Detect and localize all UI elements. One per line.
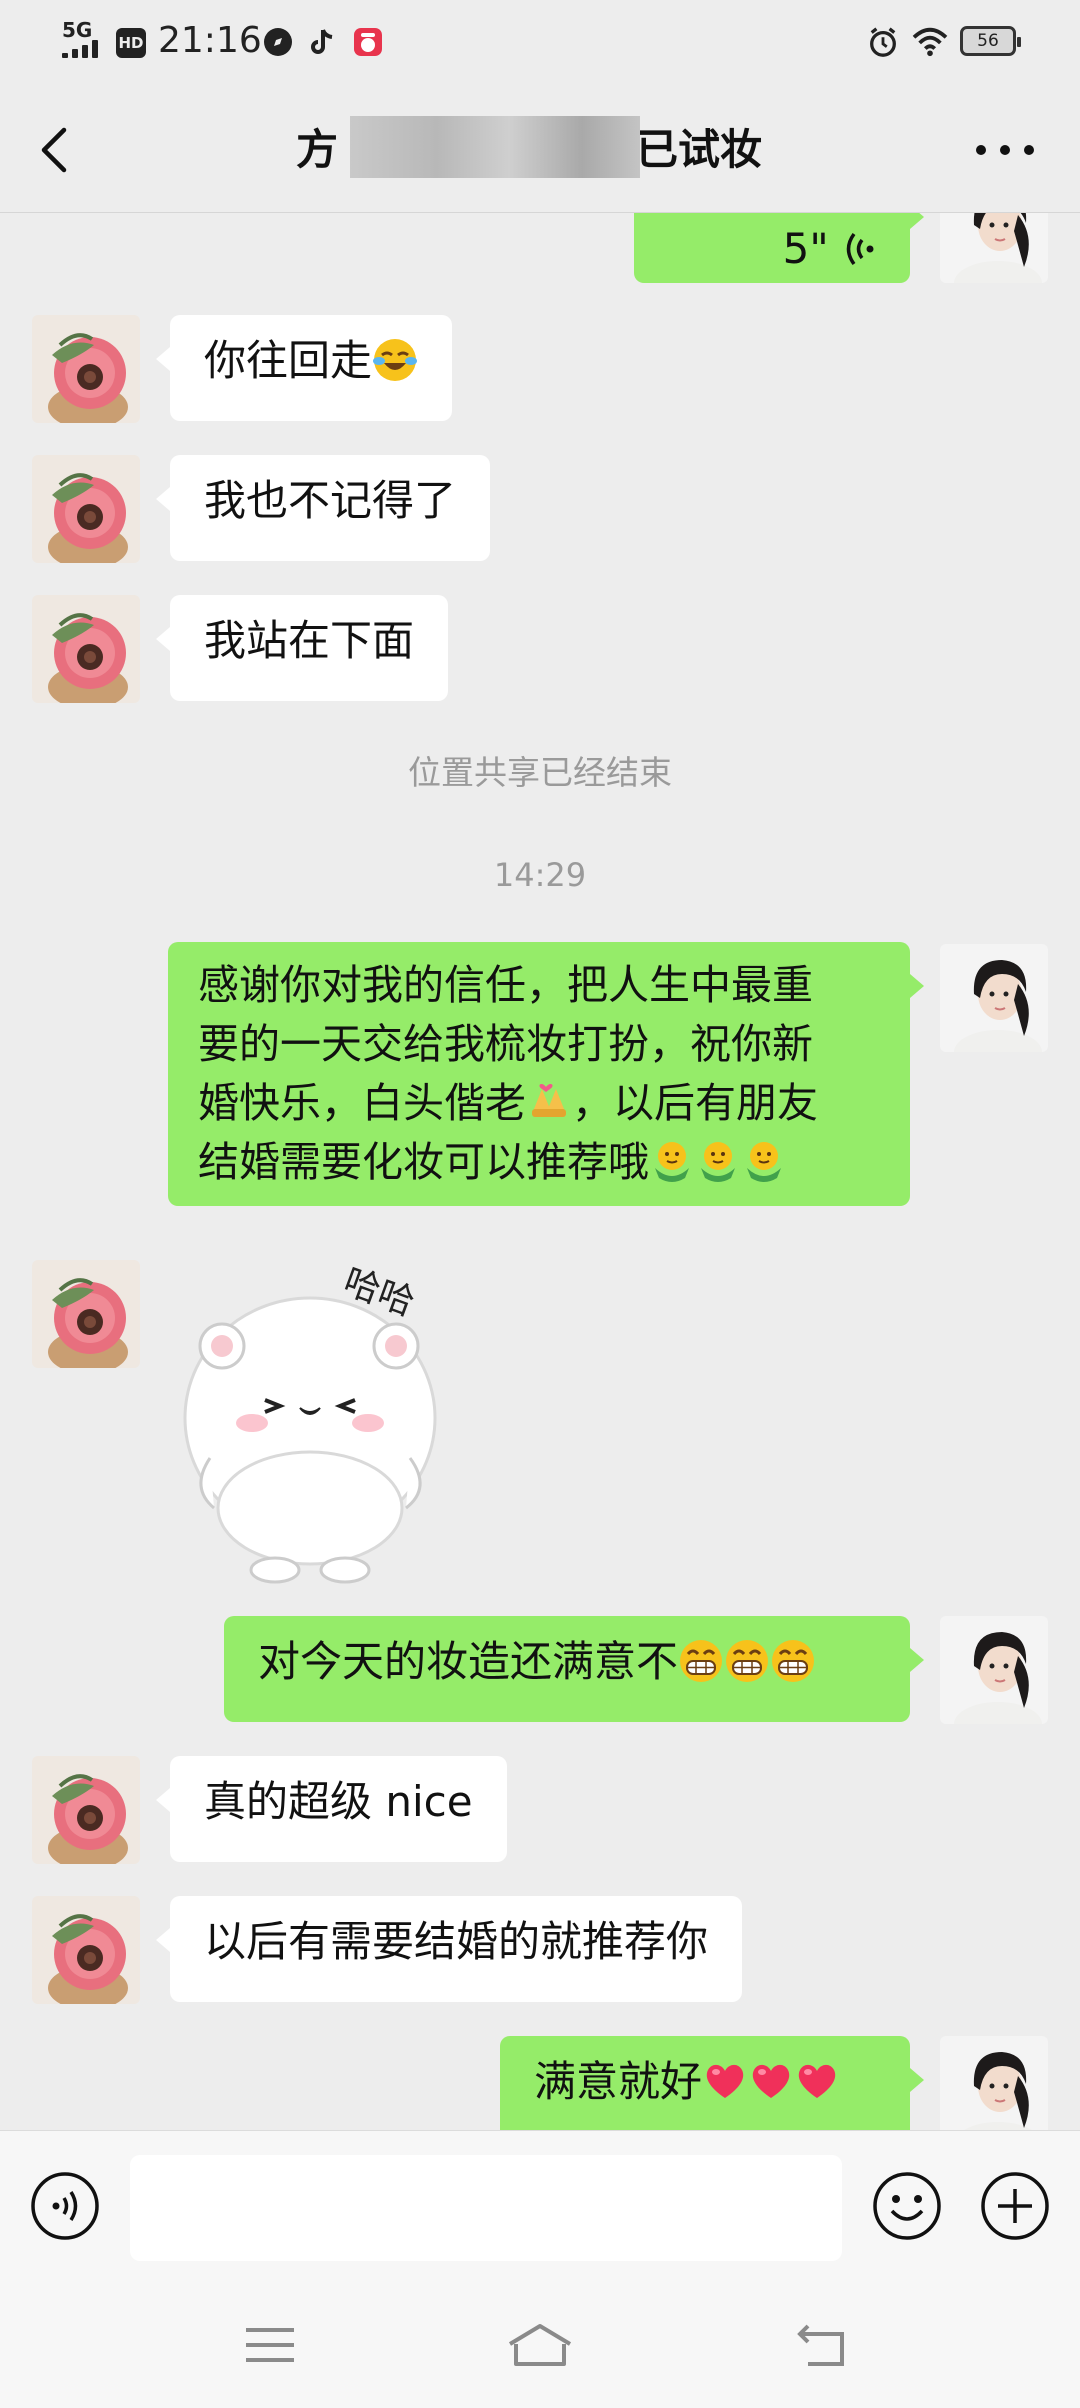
message-text: 满意就好 (534, 2057, 703, 2106)
taobao-icon (354, 28, 382, 56)
hamster-sticker[interactable]: 哈哈 (170, 1258, 470, 1588)
contact-avatar[interactable] (32, 595, 140, 703)
message-row: 5" (0, 213, 1080, 283)
system-nav-bar (0, 2280, 1080, 2408)
message-input[interactable] (130, 2155, 842, 2261)
signal-icon (62, 40, 106, 58)
back-icon[interactable] (792, 2320, 852, 2370)
message-line: 感谢你对我的信任，把人生中最重 (198, 961, 813, 1009)
alarm-icon (870, 27, 896, 57)
heart-emoji-icon (748, 2058, 794, 2104)
wifi-icon (912, 27, 948, 57)
laughing-crying-emoji-icon (372, 337, 418, 383)
heart-emoji-icon (794, 2058, 840, 2104)
message-bubble[interactable]: 以后有需要结婚的就推荐你 (155, 1896, 743, 2002)
battery-icon: 56 (960, 26, 1021, 56)
message-row: 你往回走 (0, 313, 1080, 423)
grin-emoji-icon (678, 1638, 724, 1684)
my-avatar[interactable] (940, 213, 1048, 283)
message-bubble[interactable]: 你往回走 (155, 315, 453, 421)
grin-emoji-icon (770, 1638, 816, 1684)
voice-duration: 5" (782, 224, 829, 273)
status-time: 21:16 (158, 20, 262, 61)
message-line-part: ，以后有朋友 (572, 1079, 818, 1127)
hug-emoji-icon (649, 1138, 695, 1184)
hug-emoji-icon (695, 1138, 741, 1184)
message-bubble[interactable]: 我也不记得了 (155, 455, 491, 561)
home-icon[interactable] (504, 2320, 576, 2370)
message-line: 结婚需要化妆可以推荐哦 (198, 1133, 880, 1192)
contact-avatar[interactable] (32, 1756, 140, 1864)
contact-avatar[interactable] (32, 1896, 140, 2004)
message-row: 感谢你对我的信任，把人生中最重 要的一天交给我梳妆打扮，祝你新 婚快乐，白头偕老… (0, 942, 1080, 1227)
message-bubble[interactable]: 对今天的妆造还满意不 (224, 1616, 924, 1722)
message-bubble[interactable]: 真的超级 nice (156, 1756, 507, 1862)
plus-icon[interactable] (980, 2171, 1050, 2241)
emoji-icon[interactable] (872, 2171, 942, 2241)
message-line: 要的一天交给我梳妆打扮，祝你新 (198, 1020, 813, 1068)
menu-icon[interactable] (240, 2320, 300, 2370)
message-line-part: 结婚需要化妆可以推荐哦 (198, 1138, 649, 1186)
my-avatar[interactable] (940, 2036, 1048, 2130)
my-avatar[interactable] (940, 1616, 1048, 1724)
message-bubble[interactable]: 我站在下面 (155, 595, 449, 701)
status-bar: 5G HD 21:16 56 (0, 0, 1080, 90)
chat-header: 方 已试妆 (0, 90, 1080, 213)
toast-emoji-icon (526, 1079, 572, 1125)
message-row: 真的超级 nice (0, 1754, 1080, 1864)
message-row: 哈哈 (0, 1258, 1080, 1588)
message-row: 我站在下面 (0, 593, 1080, 703)
system-notice: 位置共享已经结束 (408, 753, 672, 792)
more-horizontal-icon[interactable] (970, 130, 1040, 170)
message-row: 我也不记得了 (0, 453, 1080, 563)
contact-avatar[interactable] (32, 315, 140, 423)
voice-message-bubble[interactable]: 5" (634, 213, 924, 283)
message-bubble[interactable]: 满意就好 (500, 2036, 924, 2130)
message-row: 对今天的妆造还满意不 (0, 1614, 1080, 1724)
message-row: 以后有需要结婚的就推荐你 (0, 1894, 1080, 2004)
voice-input-icon[interactable] (30, 2171, 100, 2241)
message-row: 满意就好 (0, 2034, 1080, 2130)
chat-title-start: 方 (296, 125, 339, 174)
hug-emoji-icon (741, 1138, 787, 1184)
network-type: 5G (62, 18, 93, 42)
hd-voice-icon: HD (116, 28, 146, 58)
message-line: 婚快乐，白头偕老 ，以后有朋友 (198, 1074, 880, 1133)
contact-avatar[interactable] (32, 1260, 140, 1368)
grin-emoji-icon (724, 1638, 770, 1684)
input-bar (0, 2130, 1080, 2281)
timestamp: 14:29 (493, 856, 587, 894)
voice-wave-icon (846, 232, 874, 266)
tiktok-icon (311, 29, 333, 54)
chat-title-end: 已试妆 (636, 125, 763, 174)
message-line-part: 婚快乐，白头偕老 (198, 1079, 526, 1127)
my-avatar[interactable] (940, 944, 1048, 1052)
redacted-name-blur (350, 116, 640, 178)
message-bubble[interactable]: 感谢你对我的信任，把人生中最重 要的一天交给我梳妆打扮，祝你新 婚快乐，白头偕老… (168, 942, 924, 1206)
compass-icon (264, 28, 292, 56)
message-text: 你往回走 (204, 336, 373, 385)
contact-avatar[interactable] (32, 455, 140, 563)
message-text: 对今天的妆造还满意不 (258, 1637, 679, 1686)
chevron-left-icon[interactable] (28, 120, 84, 180)
heart-emoji-icon (702, 2058, 748, 2104)
